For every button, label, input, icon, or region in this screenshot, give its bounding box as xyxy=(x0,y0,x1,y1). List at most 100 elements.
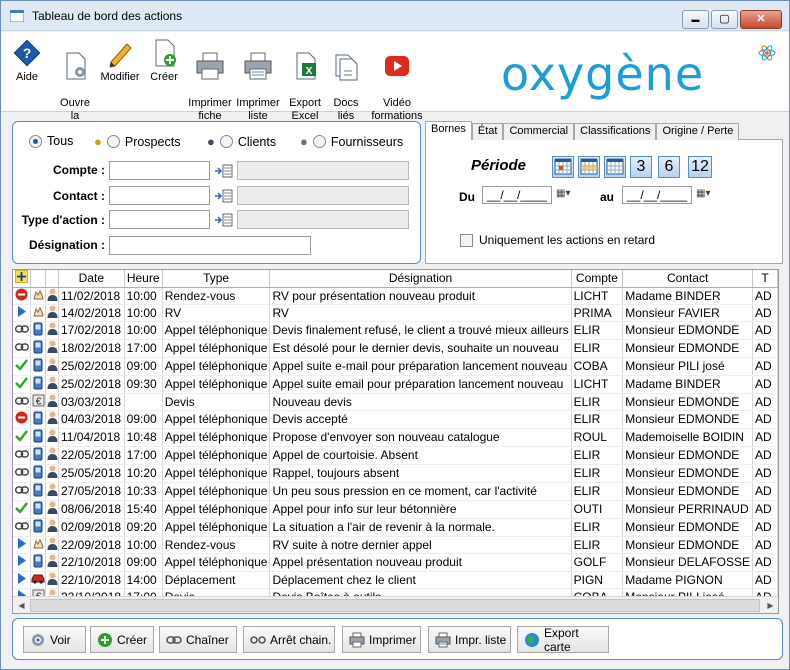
period-month-button[interactable] xyxy=(604,156,626,178)
horizontal-scrollbar[interactable]: ◀ ▶ xyxy=(13,596,778,613)
toolbar-help-button[interactable]: ? Aide xyxy=(7,38,47,84)
toolbar-export-excel-button[interactable]: X Export Excel xyxy=(285,38,325,123)
cell-date: 03/03/2018 xyxy=(58,393,125,411)
cell-date: 25/02/2018 xyxy=(58,375,125,394)
creer-button[interactable]: Créer xyxy=(90,626,154,653)
column-header-date[interactable]: Date xyxy=(58,270,125,288)
action-car-icon xyxy=(30,571,47,589)
du-date-input[interactable]: __/__/____ xyxy=(482,186,552,204)
action-phone-icon xyxy=(30,428,47,447)
type-action-input[interactable] xyxy=(109,210,210,229)
tab-origine-perte[interactable]: Origine / Perte xyxy=(656,123,740,140)
toolbar-create-button[interactable]: Créer xyxy=(147,38,181,84)
designation-label: Désignation : xyxy=(28,238,105,252)
column-header-heure[interactable]: Heure xyxy=(124,270,163,288)
column-header-type[interactable]: Type xyxy=(162,270,271,288)
compte-input[interactable] xyxy=(109,161,210,180)
column-header-designation[interactable]: Désignation xyxy=(269,270,572,288)
column-header-extra[interactable]: T xyxy=(752,270,778,288)
minimize-icon: ▬ xyxy=(691,15,700,24)
cell-contact: Monsieur EDMONDE xyxy=(622,446,753,465)
cell-designation: RV xyxy=(269,304,572,322)
period-day-button[interactable] xyxy=(552,156,574,178)
cell-type: Appel téléphonique xyxy=(162,446,271,465)
retard-checkbox[interactable]: Uniquement les actions en retard xyxy=(460,233,655,247)
table-row[interactable]: 02/09/2018 09:20 Appel téléphonique La situ… xyxy=(13,518,778,537)
type-action-picker-icon[interactable] xyxy=(214,213,233,227)
column-header-origin[interactable] xyxy=(45,270,59,288)
du-calendar-dropdown-icon[interactable]: ▦▾ xyxy=(556,188,570,199)
imprimer-button[interactable]: Imprimer xyxy=(342,626,421,653)
table-row[interactable]: 11/02/2018 10:00 Rendez-vous RV pour présen… xyxy=(13,287,778,305)
period-6-months-button[interactable]: 6 xyxy=(658,156,680,178)
chainer-button[interactable]: Chaîner xyxy=(159,626,237,653)
table-row[interactable]: 14/02/2018 10:00 RV RV PRIMA Monsieur FAVIER A… xyxy=(13,304,778,322)
column-header-status[interactable] xyxy=(30,270,47,288)
table-row[interactable]: 25/02/2018 09:00 Appel téléphonique Appel s… xyxy=(13,357,778,376)
scroll-right-icon[interactable]: ▶ xyxy=(763,599,778,612)
table-row[interactable]: 27/05/2018 10:33 Appel téléphonique Un peu … xyxy=(13,482,778,501)
scroll-left-icon[interactable]: ◀ xyxy=(14,599,29,612)
period-week-button[interactable] xyxy=(578,156,600,178)
arret-chain-button[interactable]: Arrêt chain. xyxy=(243,626,335,653)
column-header-compte[interactable]: Compte xyxy=(571,270,624,288)
table-row[interactable]: 17/02/2018 10:00 Appel téléphonique Devis f… xyxy=(13,321,778,340)
table-row[interactable]: 25/05/2018 10:20 Appel téléphonique Rappel,… xyxy=(13,464,778,483)
close-button[interactable]: ✕ xyxy=(740,10,782,29)
toolbar-edit-button[interactable]: Modifier xyxy=(99,38,141,84)
cell-compte: ELIR xyxy=(571,482,624,501)
cell-type: Appel téléphonique xyxy=(162,375,271,394)
table-row[interactable]: 22/05/2018 17:00 Appel téléphonique Appel d… xyxy=(13,446,778,465)
table-row[interactable]: 22/09/2018 10:00 Rendez-vous RV suite à not… xyxy=(13,536,778,554)
table-row[interactable]: 18/02/2018 17:00 Appel téléphonique Est dés… xyxy=(13,339,778,358)
radio-tous[interactable]: Tous xyxy=(29,134,73,148)
cell-type: Déplacement xyxy=(162,571,271,589)
table-row[interactable]: 04/03/2018 09:00 Appel téléphonique Devis a… xyxy=(13,410,778,429)
table-row[interactable]: 22/10/2018 14:00 Déplacement Déplacement ch… xyxy=(13,571,778,589)
au-date-input[interactable]: __/__/____ xyxy=(622,186,692,204)
contact-input[interactable] xyxy=(109,186,210,205)
contact-picker-icon[interactable] xyxy=(214,189,233,203)
impr-liste-button[interactable]: Impr. liste xyxy=(428,626,511,653)
minimize-button[interactable]: ▬ xyxy=(682,10,709,29)
compte-picker-icon[interactable] xyxy=(214,164,233,178)
scrollbar-thumb[interactable] xyxy=(30,599,760,612)
table-row[interactable]: 25/02/2018 09:30 Appel téléphonique Appel s… xyxy=(13,375,778,394)
toolbar-linked-docs-button[interactable]: Docs liés xyxy=(328,38,364,123)
period-3-months-button[interactable]: 3 xyxy=(630,156,652,178)
action-hand-icon xyxy=(30,287,47,305)
tab-etat[interactable]: État xyxy=(471,123,504,140)
add-green-icon xyxy=(97,632,113,648)
au-calendar-dropdown-icon[interactable]: ▦▾ xyxy=(696,188,710,199)
toolbar-print-sheet-button[interactable]: Imprimer fiche xyxy=(187,38,233,123)
supplier-person-icon: ● xyxy=(300,134,308,149)
export-carte-button[interactable]: Export carte xyxy=(517,625,609,654)
table-row[interactable]: 11/04/2018 10:48 Appel téléphonique Propose… xyxy=(13,428,778,447)
status-chain-icon xyxy=(13,321,32,340)
button-label: Export carte xyxy=(544,625,579,654)
cell-contact: Monsieur EDMONDE xyxy=(622,518,753,537)
radio-prospects[interactable]: ● Prospects xyxy=(94,134,180,149)
action-phone-icon xyxy=(30,339,47,358)
tab-bornes[interactable]: Bornes xyxy=(425,121,472,140)
table-row[interactable]: €03/03/2018 Devis Nouveau devis ELIR Monsieu… xyxy=(13,393,778,411)
tab-commercial[interactable]: Commercial xyxy=(503,123,575,140)
voir-button[interactable]: Voir xyxy=(23,626,86,653)
radio-fournisseurs[interactable]: ● Fournisseurs xyxy=(300,134,403,149)
actions-grid: Date Heure Type Désignation Compte Conta… xyxy=(12,269,779,614)
toolbar-print-list-button[interactable]: Imprimer liste xyxy=(236,38,280,123)
tab-classifications[interactable]: Classifications xyxy=(574,123,657,140)
toolbar-label: Imprimer fiche xyxy=(188,97,232,122)
cell-extra: AD xyxy=(752,321,778,340)
radio-dot xyxy=(219,135,233,148)
table-row[interactable]: 22/10/2018 09:00 Appel téléphonique Appel p… xyxy=(13,553,778,572)
radio-clients[interactable]: ● Clients xyxy=(207,134,276,149)
column-header-contact[interactable]: Contact xyxy=(622,270,753,288)
cell-contact: Monsieur DELAFOSSE xyxy=(622,553,753,572)
designation-input[interactable] xyxy=(109,236,311,255)
table-row[interactable]: 08/06/2018 15:40 Appel téléphonique Appel p… xyxy=(13,500,778,519)
add-column-button[interactable] xyxy=(13,270,32,288)
maximize-button[interactable]: ▢ xyxy=(711,10,738,29)
cell-heure: 09:00 xyxy=(124,357,163,376)
period-12-months-button[interactable]: 12 xyxy=(688,156,712,178)
